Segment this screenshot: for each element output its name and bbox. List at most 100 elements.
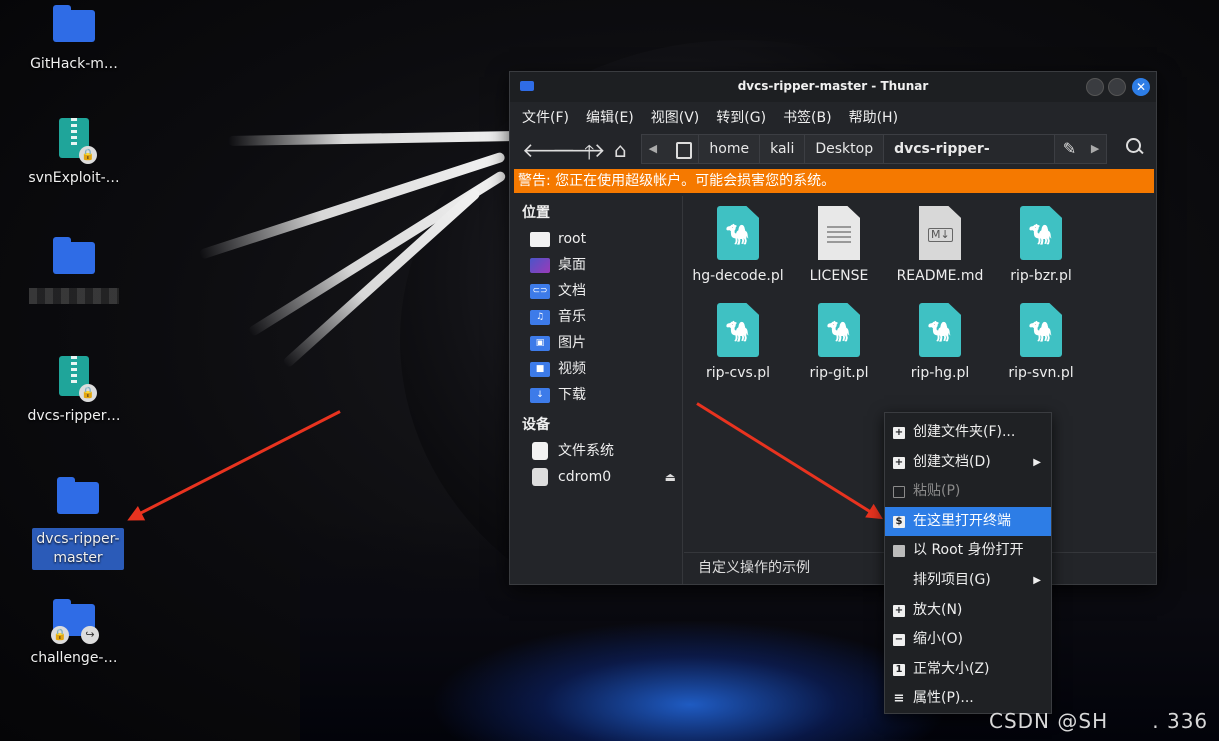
thunar-window[interactable]: dvcs-ripper-master - Thunar ✕ 文件(F) 编辑(E… (509, 71, 1157, 585)
perl-file-icon (919, 303, 961, 357)
path-bar: ◀ home kali Desktop dvcs-ripper-master ✎… (641, 134, 1107, 185)
sidebar-item-root[interactable]: root (510, 226, 682, 252)
folder-icon (57, 477, 99, 514)
perl-file-icon (818, 303, 860, 357)
file-name: LICENSE (809, 268, 869, 284)
menu-item-normal-size[interactable]: 1 正常大小(Z) (885, 655, 1051, 685)
eject-icon[interactable]: ⏏ (665, 464, 676, 490)
menu-item-create-folder[interactable]: + 创建文件夹(F)... (885, 418, 1051, 448)
desktop-icon-blurred-folder[interactable] (26, 236, 122, 304)
menu-item-label: 以 Root 身份打开 (913, 542, 1024, 559)
file-name: rip-bzr.pl (1010, 268, 1072, 284)
file-name: hg-decode.pl (692, 268, 784, 284)
desktop-icon-label: GitHack-m… (30, 56, 118, 72)
menu-item-zoom-out[interactable]: − 缩小(O) (885, 625, 1051, 655)
path-scroll-left-icon[interactable]: ◀ (642, 135, 664, 163)
folder-icon (53, 237, 95, 274)
sidebar-item-pictures[interactable]: ▣ 图片 (510, 330, 682, 356)
menu-edit[interactable]: 编辑(E) (586, 107, 634, 127)
file-name: rip-cvs.pl (705, 365, 771, 381)
sidebar-item-desktop[interactable]: 桌面 (510, 252, 682, 278)
menu-item-open-as-root[interactable]: 以 Root 身份打开 (885, 536, 1051, 566)
menu-help[interactable]: 帮助(H) (849, 107, 898, 127)
file-item[interactable]: rip-bzr.pl (991, 206, 1091, 284)
menu-item-label: 放大(N) (913, 601, 963, 618)
sidebar-item-label: 下载 (558, 387, 586, 403)
home-icon[interactable]: ⌂ (614, 138, 627, 162)
file-name: rip-svn.pl (1008, 365, 1074, 381)
menu-bookmarks[interactable]: 书签(B) (783, 107, 832, 127)
symlink-icon: ↪ (81, 626, 99, 644)
sidebar-item-label: 图片 (558, 335, 586, 351)
close-button[interactable]: ✕ (1132, 78, 1150, 96)
menu-file[interactable]: 文件(F) (522, 107, 569, 127)
menu-item-paste[interactable]: 粘贴(P) (885, 477, 1051, 507)
folder-icon (53, 5, 95, 42)
devices-header: 设备 (522, 417, 550, 433)
sidebar-item-documents[interactable]: ⊂⊃ 文档 (510, 278, 682, 304)
file-item[interactable]: rip-hg.pl (890, 303, 990, 381)
file-item[interactable]: rip-cvs.pl (688, 303, 788, 381)
blank-icon (893, 575, 905, 587)
sidebar-item-label: cdrom0 (558, 469, 612, 485)
path-segment[interactable]: kali (760, 135, 806, 163)
file-name: rip-hg.pl (910, 365, 970, 381)
sidebar-item-downloads[interactable]: ↓ 下载 (510, 382, 682, 408)
desktop-icon-githack[interactable]: GitHack-m… (26, 4, 122, 72)
desktop-icon-dvcs-ripper-archive[interactable]: 🔒 dvcs-ripper… (26, 356, 122, 424)
perl-file-icon (717, 206, 759, 260)
plus-icon: + (893, 456, 905, 469)
lock-icon: 🔒 (79, 384, 97, 402)
menu-item-arrange[interactable]: 排列项目(G) ▶ (885, 566, 1051, 596)
menu-bar: 文件(F) 编辑(E) 视图(V) 转到(G) 书签(B) 帮助(H) (510, 102, 1156, 132)
sidebar-item-music[interactable]: ♫ 音乐 (510, 304, 682, 330)
context-menu: + 创建文件夹(F)... + 创建文档(D) ▶ 粘贴(P) $ 在这里打开终端 以 … (884, 412, 1052, 714)
file-item[interactable]: hg-decode.pl (688, 206, 788, 284)
home-folder-icon (530, 232, 550, 247)
minimize-button[interactable] (1086, 78, 1104, 96)
drive-icon (532, 442, 548, 460)
desktop-icon-challenge[interactable]: 🔒 ↪ challenge-… (26, 598, 122, 666)
window-title: dvcs-ripper-master - Thunar (737, 79, 929, 93)
perl-file-icon (1020, 303, 1062, 357)
menu-item-label: 粘贴(P) (913, 483, 961, 500)
menu-item-open-terminal[interactable]: $ 在这里打开终端 (885, 506, 1051, 537)
menu-item-zoom-in[interactable]: + 放大(N) (885, 596, 1051, 626)
desktop-icon-svnexploit[interactable]: 🔒 svnExploit-… (26, 118, 122, 186)
file-item[interactable]: rip-git.pl (789, 303, 889, 381)
menu-item-label: 正常大小(Z) (913, 660, 990, 677)
edit-location-icon[interactable]: ✎ (1055, 135, 1085, 163)
file-item[interactable]: rip-svn.pl (991, 303, 1091, 381)
desktop-icon-label: svnExploit-… (28, 170, 120, 186)
desktop-icon-label: dvcs-ripper-master (32, 528, 124, 570)
file-item[interactable]: README.md (890, 206, 990, 284)
sidebar-item-label: 视频 (558, 361, 586, 377)
path-segment-current[interactable]: dvcs-ripper-master (884, 135, 1055, 185)
title-bar[interactable]: dvcs-ripper-master - Thunar ✕ (510, 72, 1156, 102)
terminal-icon: $ (893, 515, 905, 528)
filesystem-icon[interactable] (664, 135, 700, 163)
up-arrow-icon[interactable]: 🡑 (584, 138, 594, 172)
normal-size-icon: 1 (893, 663, 905, 676)
maximize-button[interactable] (1108, 78, 1126, 96)
sidebar-item-videos[interactable]: ■ 视频 (510, 356, 682, 382)
menu-go[interactable]: 转到(G) (716, 107, 766, 127)
clipboard-icon (893, 486, 905, 499)
toolbar: 🡐 🡒 🡑 ⌂ ◀ home kali Desktop dvcs-ripper-… (510, 132, 1156, 185)
music-icon: ♫ (530, 310, 550, 325)
search-icon[interactable] (1126, 138, 1144, 158)
path-scroll-right-icon[interactable]: ▶ (1084, 135, 1106, 163)
properties-icon: ≡ (893, 691, 905, 707)
path-segment[interactable]: home (699, 135, 761, 163)
sidebar-item-filesystem[interactable]: 文件系统 (510, 438, 682, 464)
documents-icon: ⊂⊃ (530, 284, 550, 299)
sidebar-item-label: 文件系统 (558, 443, 614, 459)
file-item[interactable]: LICENSE (789, 206, 889, 284)
menu-view[interactable]: 视图(V) (651, 107, 700, 127)
desktop-icon-dvcs-ripper-master[interactable]: dvcs-ripper-master (30, 476, 126, 570)
forward-arrow-icon[interactable]: 🡒 (552, 138, 606, 162)
path-segment[interactable]: Desktop (805, 135, 885, 163)
sidebar-item-cdrom[interactable]: cdrom0 ⏏ (510, 464, 682, 490)
text-file-icon (818, 206, 860, 260)
menu-item-create-document[interactable]: + 创建文档(D) ▶ (885, 448, 1051, 478)
